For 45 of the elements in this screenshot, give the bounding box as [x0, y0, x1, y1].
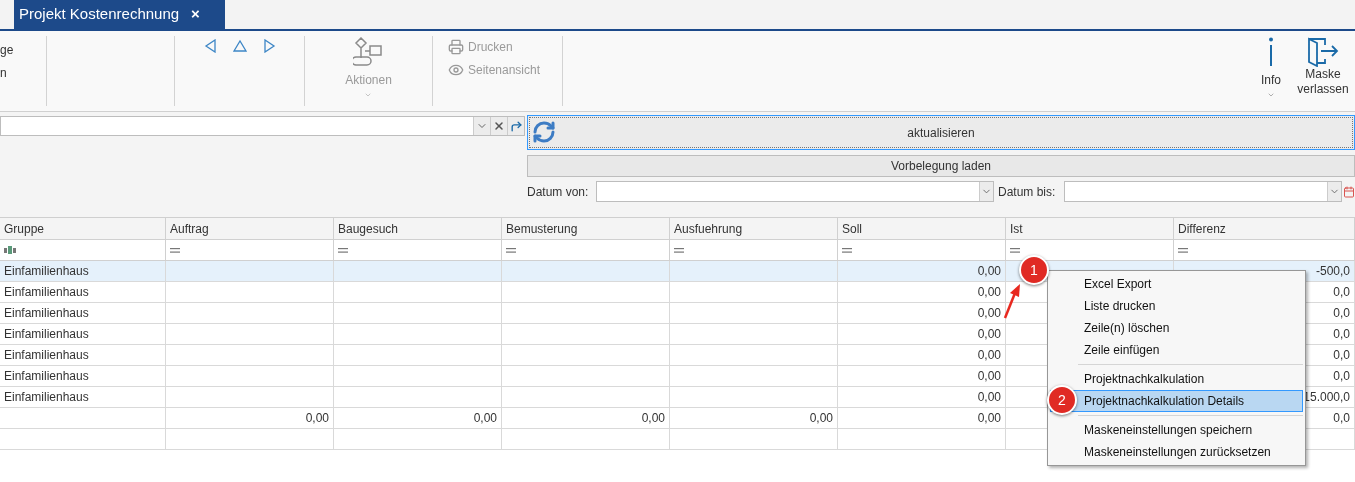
- date-to-field[interactable]: [1064, 181, 1342, 202]
- exit-button[interactable]: Maske verlassen: [1291, 31, 1355, 111]
- info-button[interactable]: Info: [1251, 31, 1291, 111]
- printer-icon: [448, 39, 464, 55]
- table-cell: 0,00: [838, 408, 1006, 429]
- equals-filter-icon[interactable]: [338, 247, 348, 253]
- table-cell: 0,00: [334, 408, 502, 429]
- column-header[interactable]: Soll: [842, 219, 862, 238]
- column-header[interactable]: Ist: [1010, 219, 1023, 238]
- eye-icon: [448, 62, 464, 78]
- equals-filter-icon[interactable]: [674, 247, 684, 253]
- ribbon-label[interactable]: n: [0, 65, 46, 82]
- caret-icon: [364, 91, 373, 99]
- go-to-button[interactable]: [507, 117, 524, 135]
- equals-filter-icon[interactable]: [842, 247, 852, 253]
- exit-door-icon: [1307, 37, 1339, 67]
- previous-icon[interactable]: [203, 39, 218, 53]
- caret-icon: [1267, 91, 1275, 99]
- context-menu-item[interactable]: Maskeneinstellungen zurücksetzen: [1050, 441, 1303, 463]
- clear-button[interactable]: [490, 117, 507, 135]
- document-tab[interactable]: Projekt Kostenrechnung ×: [14, 0, 225, 29]
- date-from-label: Datum von:: [527, 183, 590, 201]
- close-button[interactable]: ×: [191, 3, 200, 26]
- date-to-label: Datum bis:: [997, 183, 1057, 201]
- refresh-button[interactable]: aktualisieren: [527, 115, 1355, 150]
- calendar-icon[interactable]: [1343, 185, 1355, 198]
- equals-filter-icon[interactable]: [170, 247, 180, 253]
- next-icon[interactable]: [261, 39, 276, 53]
- table-cell: 0,00: [166, 408, 334, 429]
- turn-arrow-icon: [509, 119, 523, 133]
- flowchart-icon: [353, 37, 384, 67]
- selection-combo-field[interactable]: [0, 116, 525, 136]
- up-icon[interactable]: [232, 39, 247, 53]
- refresh-icon: [532, 120, 556, 144]
- close-icon: [493, 120, 505, 132]
- equals-filter-icon[interactable]: [1178, 247, 1188, 253]
- ribbon-label[interactable]: ge: [0, 42, 46, 59]
- table-cell: 0,00: [670, 408, 838, 429]
- equals-filter-icon[interactable]: [1010, 247, 1020, 253]
- text-filter-icon[interactable]: [4, 246, 16, 254]
- preset-button[interactable]: Vorbelegung laden: [527, 155, 1355, 177]
- table-cell: 0,00: [502, 408, 670, 429]
- equals-filter-icon[interactable]: [506, 247, 516, 253]
- info-icon: [1268, 37, 1274, 66]
- date-from-field[interactable]: [596, 181, 994, 202]
